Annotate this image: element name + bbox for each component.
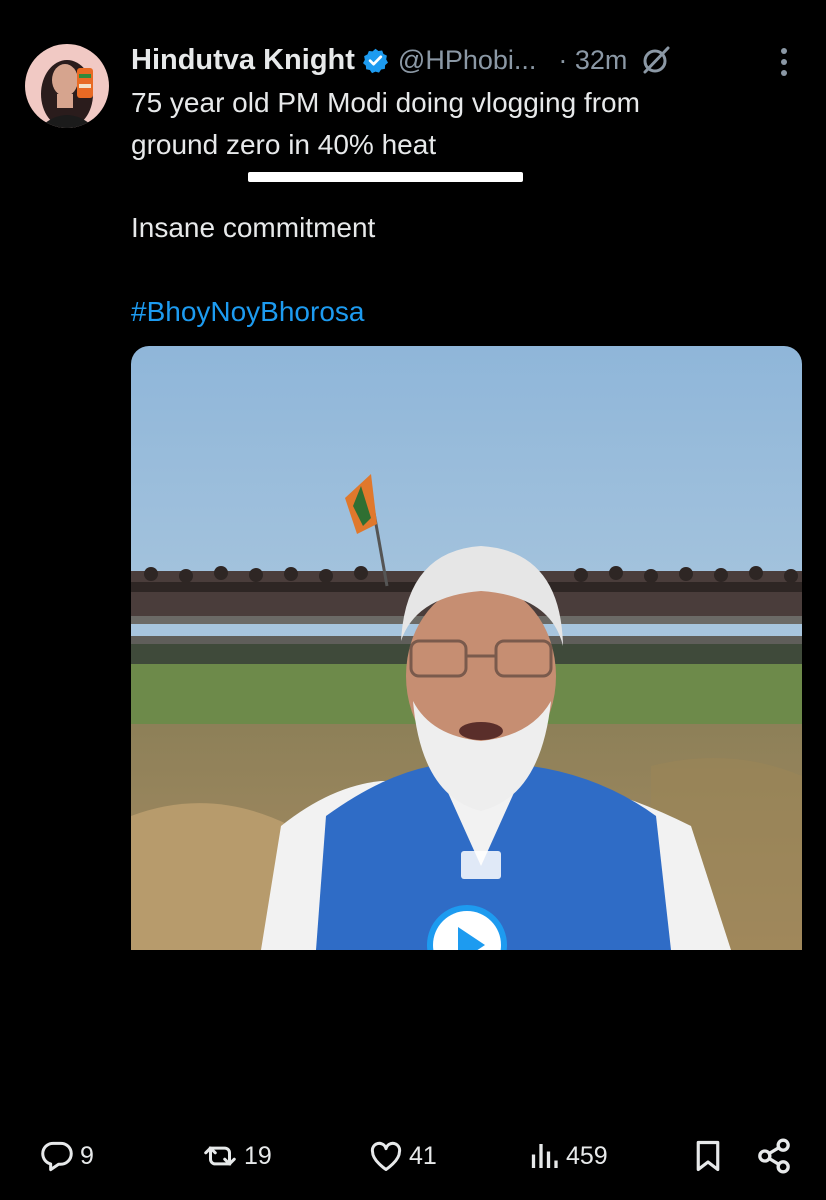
tweet-header: Hindutva Knight @HPhobi... · 32m [131, 40, 811, 80]
tweet-text-line: 75 year old PM Modi doing vlogging from [131, 87, 640, 118]
more-icon[interactable] [772, 45, 796, 79]
like-count: 41 [409, 1141, 437, 1170]
repost-icon [200, 1137, 240, 1175]
reply-icon [38, 1137, 76, 1175]
author-display-name[interactable]: Hindutva Knight [131, 44, 355, 77]
reply-count: 9 [80, 1141, 94, 1170]
play-icon[interactable] [425, 903, 509, 950]
tweet-text-line: Insane commitment [131, 212, 376, 243]
author-handle[interactable]: @HPhobi... [398, 45, 536, 76]
bookmark-button[interactable] [690, 1130, 726, 1182]
tweet-text-line: ground zero in 40% heat [131, 129, 437, 160]
avatar[interactable] [25, 44, 109, 128]
like-icon [367, 1137, 405, 1175]
views-count: 459 [566, 1141, 608, 1170]
share-icon [754, 1136, 794, 1176]
reply-button[interactable]: 9 [38, 1130, 94, 1182]
verified-badge-icon [362, 47, 389, 74]
views-icon [526, 1137, 562, 1175]
repost-count: 19 [244, 1141, 272, 1170]
views-button[interactable]: 459 [526, 1130, 608, 1182]
share-button[interactable] [754, 1130, 794, 1182]
like-button[interactable]: 41 [367, 1130, 437, 1182]
bookmark-icon [690, 1136, 726, 1176]
grok-icon[interactable] [641, 45, 671, 75]
underline-annotation [248, 172, 523, 182]
hashtag-link[interactable]: #BhoyNoyBhorosa [131, 291, 364, 333]
repost-button[interactable]: 19 [200, 1130, 272, 1182]
tweet-timestamp[interactable]: · 32m [558, 45, 627, 76]
tweet-action-bar: 9 19 41 459 [0, 1130, 826, 1182]
avatar-image [25, 44, 109, 128]
tweet-text: 75 year old PM Modi doing vlogging from … [131, 82, 771, 166]
video-thumbnail[interactable] [131, 346, 802, 950]
